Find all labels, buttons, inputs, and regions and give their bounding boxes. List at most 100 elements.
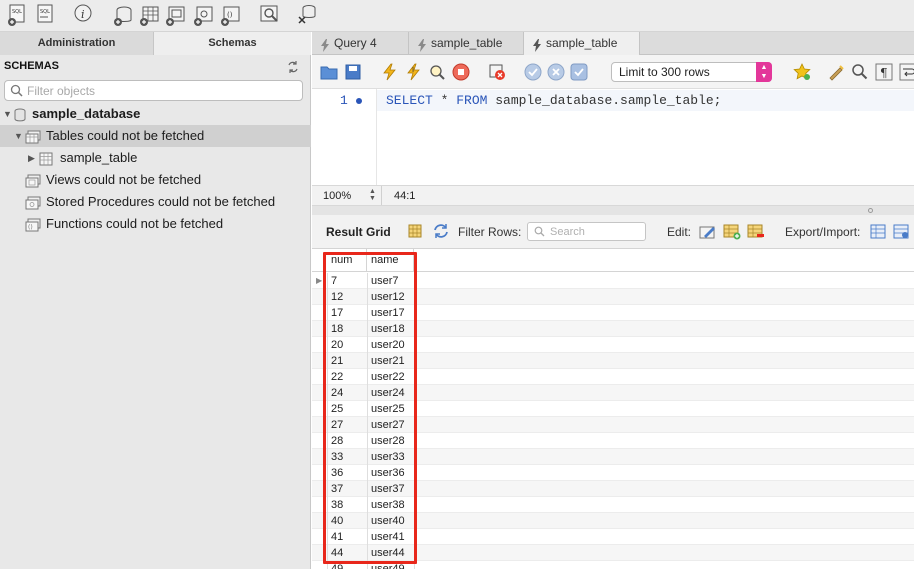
table-row[interactable]: 44 user44 (312, 545, 914, 561)
cell-num[interactable]: 36 (331, 465, 343, 481)
cell-name[interactable]: user24 (371, 385, 405, 401)
table-row[interactable]: 20 user20 (312, 337, 914, 353)
cell-name[interactable]: user41 (371, 529, 405, 545)
commit-icon[interactable] (524, 63, 542, 81)
insert-row-icon[interactable] (723, 223, 741, 240)
cell-num[interactable]: 41 (331, 529, 343, 545)
cell-name[interactable]: user33 (371, 449, 405, 465)
cell-num[interactable]: 24 (331, 385, 343, 401)
cell-num[interactable]: 33 (331, 449, 343, 465)
table-row[interactable]: 41 user41 (312, 529, 914, 545)
cell-num[interactable]: 28 (331, 433, 343, 449)
import-icon[interactable] (893, 223, 911, 240)
table-row[interactable]: 25 user25 (312, 401, 914, 417)
table-row[interactable]: 36 user36 (312, 465, 914, 481)
cell-num[interactable]: 18 (331, 321, 343, 337)
splitter-handle-icon[interactable] (868, 208, 873, 213)
execute-icon[interactable] (380, 63, 398, 81)
tree-item-functions[interactable]: () Functions could not be fetched (0, 213, 311, 235)
tree-item-views[interactable]: Views could not be fetched (0, 169, 311, 191)
table-row[interactable]: 17 user17 (312, 305, 914, 321)
table-row[interactable]: 22 user22 (312, 369, 914, 385)
cell-num[interactable]: 22 (331, 369, 343, 385)
search-table-data-icon[interactable] (258, 3, 282, 27)
new-sql-tab-icon[interactable]: SQL (6, 3, 30, 27)
result-grid[interactable]: num name ▶ 7 user7 12 user12 17 user17 18 user18… (312, 249, 914, 569)
cell-name[interactable]: user28 (371, 433, 405, 449)
expand-arrow-icon[interactable]: ▼ (14, 125, 24, 147)
toggle-continue-on-error-icon[interactable] (488, 63, 506, 81)
table-row[interactable]: 27 user27 (312, 417, 914, 433)
filter-rows-input[interactable] (550, 225, 642, 238)
table-row[interactable]: 18 user18 (312, 321, 914, 337)
cell-num[interactable]: 20 (331, 337, 343, 353)
table-row[interactable]: ▶ 7 user7 (312, 273, 914, 289)
table-row[interactable]: 49 user49 (312, 561, 914, 569)
cell-name[interactable]: user18 (371, 321, 405, 337)
table-row[interactable]: 24 user24 (312, 385, 914, 401)
table-row[interactable]: 40 user40 (312, 513, 914, 529)
cell-num[interactable]: 25 (331, 401, 343, 417)
create-view-icon[interactable] (164, 3, 188, 27)
cell-num[interactable]: 27 (331, 417, 343, 433)
cell-num[interactable]: 37 (331, 481, 343, 497)
tab-sample-table[interactable]: sample_table (409, 32, 524, 55)
sql-editor[interactable]: 1 SELECT * FROM sample_database.sample_t… (312, 89, 914, 185)
table-row[interactable]: 33 user33 (312, 449, 914, 465)
cell-name[interactable]: user44 (371, 545, 405, 561)
rollback-icon[interactable] (547, 63, 565, 81)
cell-name[interactable]: user25 (371, 401, 405, 417)
column-header-num[interactable]: num (327, 249, 367, 272)
limit-rows-select[interactable]: Limit to 300 rows ▲ ▼ (611, 62, 772, 82)
create-schema-icon[interactable] (112, 3, 136, 27)
column-header-name[interactable]: name (367, 249, 414, 272)
edit-row-icon[interactable] (699, 223, 717, 240)
expand-arrow-icon[interactable]: ▼ (3, 103, 13, 125)
filter-objects-input[interactable] (27, 83, 297, 98)
reconnect-icon[interactable] (296, 3, 320, 27)
filter-rows-search[interactable] (527, 222, 646, 241)
wrap-lines-icon[interactable] (899, 63, 914, 81)
cell-num[interactable]: 7 (331, 273, 337, 289)
cell-name[interactable]: user20 (371, 337, 405, 353)
tree-item-sample-table[interactable]: ▶ sample_table (0, 147, 311, 169)
stop-icon[interactable] (452, 63, 470, 81)
cell-name[interactable]: user22 (371, 369, 405, 385)
create-function-icon[interactable]: () (219, 3, 243, 27)
cell-num[interactable]: 12 (331, 289, 343, 305)
find-replace-icon[interactable] (851, 63, 869, 81)
invisible-chars-icon[interactable]: ¶ (875, 63, 893, 81)
explain-icon[interactable] (428, 63, 446, 81)
table-row[interactable]: 38 user38 (312, 497, 914, 513)
cell-name[interactable]: user21 (371, 353, 405, 369)
delete-row-icon[interactable] (747, 223, 765, 240)
cell-name[interactable]: user17 (371, 305, 405, 321)
open-file-icon[interactable] (320, 63, 338, 81)
sql-code-line[interactable]: SELECT * FROM sample_database.sample_tab… (386, 93, 721, 108)
collapse-arrow-icon[interactable]: ▶ (28, 147, 38, 169)
zoom-stepper[interactable]: ▲ ▼ (368, 188, 377, 203)
cell-num[interactable]: 44 (331, 545, 343, 561)
inspector-icon[interactable]: i (72, 3, 96, 27)
save-icon[interactable] (344, 63, 362, 81)
cell-num[interactable]: 17 (331, 305, 343, 321)
tab-sample-table-active[interactable]: sample_table (524, 32, 640, 55)
cell-num[interactable]: 40 (331, 513, 343, 529)
cell-num[interactable]: 21 (331, 353, 343, 369)
cell-name[interactable]: user36 (371, 465, 405, 481)
open-sql-script-icon[interactable]: SQL (34, 3, 58, 27)
cell-num[interactable]: 49 (331, 561, 343, 569)
table-row[interactable]: 37 user37 (312, 481, 914, 497)
create-procedure-icon[interactable] (192, 3, 216, 27)
tree-item-sample-database[interactable]: ▼ sample_database (0, 103, 311, 125)
create-table-icon[interactable] (138, 3, 162, 27)
cell-name[interactable]: user38 (371, 497, 405, 513)
grid-view-icon[interactable] (408, 224, 422, 238)
beautify-icon[interactable] (828, 63, 846, 81)
cell-name[interactable]: user27 (371, 417, 405, 433)
tree-item-tables[interactable]: ▼ Tables could not be fetched (0, 125, 311, 147)
cell-num[interactable]: 38 (331, 497, 343, 513)
execute-current-icon[interactable]: I (404, 63, 422, 81)
cell-name[interactable]: user40 (371, 513, 405, 529)
panel-splitter[interactable] (312, 206, 914, 215)
